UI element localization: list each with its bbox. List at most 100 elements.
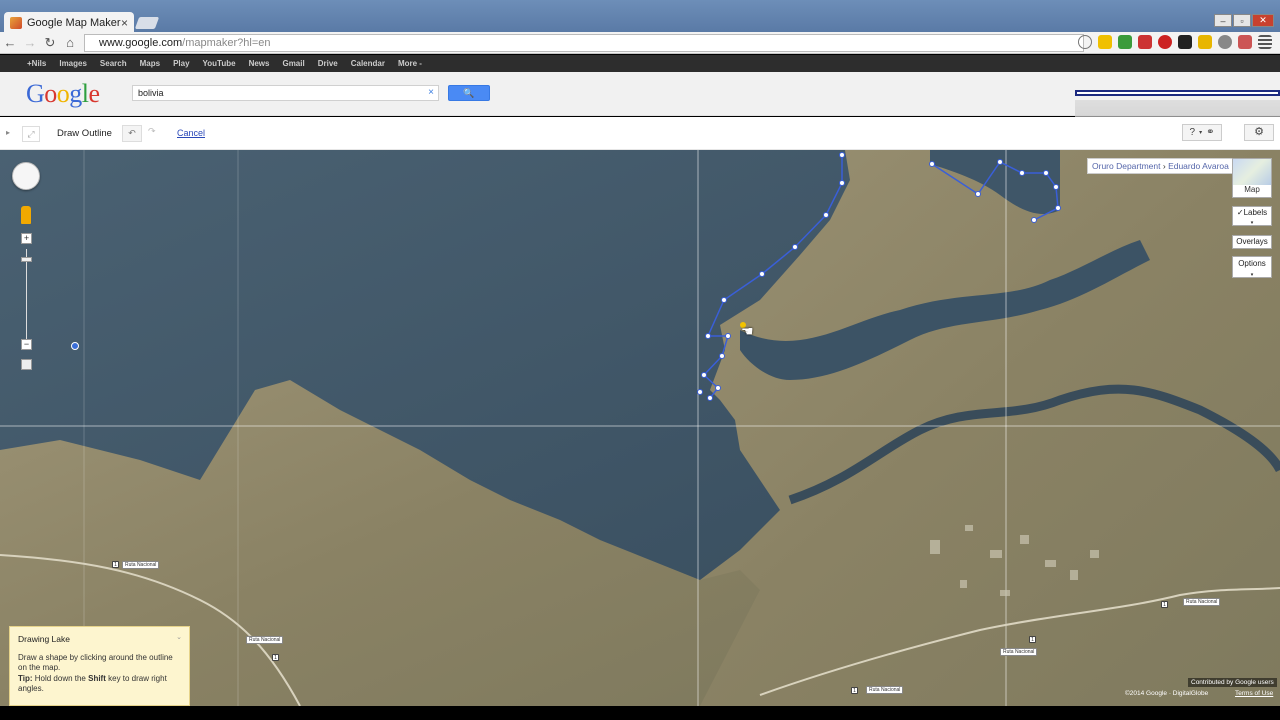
pegman-icon[interactable]: [21, 206, 31, 224]
tab-title: Google Map Maker: [27, 16, 121, 29]
gbar-item[interactable]: Gmail: [282, 59, 304, 68]
hint-instruction: Draw a shape by clicking around the outl…: [18, 652, 173, 673]
zoom-out-button[interactable]: −: [21, 339, 32, 350]
gbar-item[interactable]: Calendar: [351, 59, 385, 68]
road-label: Ruta Nacional: [122, 561, 160, 569]
road-shield: 1: [112, 561, 119, 568]
reload-icon[interactable]: ↻: [40, 35, 60, 51]
map-type-label: Map: [1244, 185, 1260, 194]
search-value: bolivia: [138, 88, 164, 98]
satellite-imagery: [0, 150, 1280, 706]
breadcrumb-separator: ›: [1160, 161, 1169, 171]
gbar-item[interactable]: YouTube: [203, 59, 236, 68]
url-host: www.google.com: [99, 37, 183, 49]
gbar-item[interactable]: News: [249, 59, 270, 68]
overlays-button[interactable]: Overlays: [1232, 235, 1272, 249]
extension-icons: [1078, 35, 1272, 49]
logo-letter: g: [69, 79, 82, 108]
gbar-item[interactable]: More -: [398, 59, 422, 68]
help-icon: ?: [1189, 127, 1196, 138]
cancel-link[interactable]: Cancel: [177, 128, 205, 138]
logo-letter: l: [81, 79, 89, 108]
bookmark-star-icon[interactable]: [1098, 35, 1112, 49]
road-label: Ruta Nacional: [866, 686, 904, 694]
bottom-bar: [0, 706, 1280, 720]
mapmaker-favicon-icon: [10, 16, 22, 29]
copyright-notice: ©2014 Google · DigitalGlobe: [1125, 690, 1209, 697]
back-icon[interactable]: ←: [0, 35, 20, 50]
extension-black-icon[interactable]: [1178, 35, 1192, 49]
extension-yellow-icon[interactable]: [1198, 35, 1212, 49]
options-caret-icon: ▾: [1250, 272, 1254, 278]
gbar-item[interactable]: Play: [173, 59, 189, 68]
gbar-item[interactable]: Search: [100, 59, 127, 68]
link-icon[interactable]: ⚭: [1206, 127, 1214, 138]
pan-control[interactable]: [12, 162, 40, 190]
road-shield: 1: [272, 654, 279, 661]
logo-letter: o: [56, 79, 70, 108]
gbar-item[interactable]: Drive: [318, 59, 338, 68]
gear-icon: ⚙: [1254, 126, 1264, 138]
search-input[interactable]: bolivia ×: [132, 85, 439, 101]
terms-link[interactable]: Terms of Use: [1235, 690, 1273, 697]
location-marker-icon[interactable]: [71, 342, 79, 350]
gbar-item[interactable]: Maps: [140, 59, 160, 68]
account-strip: [1075, 90, 1280, 96]
labels-label: ✓Labels: [1236, 208, 1268, 217]
settings-button[interactable]: ⚙: [1244, 124, 1274, 141]
options-label: Options: [1238, 259, 1266, 268]
gbar-item[interactable]: Images: [59, 59, 87, 68]
extension-flag-icon[interactable]: [1238, 35, 1252, 49]
address-bar[interactable]: www.google.com/mapmaker?hl=en: [84, 34, 1084, 52]
zoom-in-button[interactable]: +: [21, 233, 32, 244]
map-type-button[interactable]: Map: [1232, 158, 1272, 198]
logo-letter: o: [44, 79, 57, 108]
labels-button[interactable]: ✓Labels ▾: [1232, 206, 1272, 226]
undo-button[interactable]: ↶: [122, 125, 142, 142]
tab-close-icon[interactable]: ×: [121, 16, 128, 30]
opera-extension-icon[interactable]: [1158, 35, 1172, 49]
draw-outline-title: Draw Outline: [57, 128, 112, 139]
help-caret-icon: ▾: [1199, 130, 1203, 136]
browser-tab[interactable]: Google Map Maker ×: [4, 12, 134, 33]
map-thumbnail: [1233, 159, 1271, 185]
collapse-hint-icon[interactable]: ⌄: [176, 633, 182, 644]
zoom-slider-handle[interactable]: [21, 257, 32, 262]
expand-panel-icon[interactable]: ▸: [6, 128, 10, 137]
forward-icon[interactable]: →: [20, 35, 40, 50]
road-label: Ruta Nacional: [1000, 648, 1038, 656]
fullscreen-icon[interactable]: ⤢: [22, 126, 40, 142]
road-shield: 1: [1029, 636, 1036, 643]
map-canvas[interactable]: + − Oruro Department › Eduardo Avaroa Ma…: [0, 150, 1280, 706]
window-close-button[interactable]: ✕: [1252, 14, 1274, 27]
gbar-item[interactable]: +Nils: [27, 59, 46, 68]
zoom-slider-track[interactable]: [26, 249, 27, 344]
breadcrumb-place[interactable]: Eduardo Avaroa: [1168, 161, 1229, 171]
logo-letter: G: [26, 79, 45, 108]
home-icon[interactable]: ⌂: [60, 35, 80, 50]
help-button[interactable]: ? ▾ ⚭: [1182, 124, 1222, 141]
zoom-icon[interactable]: [1078, 35, 1092, 49]
contributed-notice: Contributed by Google users: [1188, 678, 1277, 687]
extension-green-icon[interactable]: [1118, 35, 1132, 49]
google-logo[interactable]: Google: [26, 79, 100, 109]
breadcrumb-region[interactable]: Oruro Department: [1092, 161, 1161, 171]
gmail-extension-icon[interactable]: [1138, 35, 1152, 49]
chrome-menu-icon[interactable]: [1258, 35, 1272, 49]
drawing-hint-panel: ⌄ Drawing Lake Draw a shape by clicking …: [9, 626, 190, 706]
clear-search-icon[interactable]: ×: [428, 87, 434, 98]
hint-title: Drawing Lake: [18, 634, 70, 644]
new-tab-button[interactable]: [134, 17, 160, 29]
hint-tip: Tip: Hold down the Shift key to draw rig…: [18, 674, 181, 695]
search-button[interactable]: 🔍: [448, 85, 490, 101]
browser-toolbar: ← → ↻ ⌂ www.google.com/mapmaker?hl=en: [0, 32, 1280, 54]
maximize-button[interactable]: ▫: [1233, 14, 1251, 27]
options-button[interactable]: Options ▾: [1232, 256, 1272, 278]
labels-caret-icon: ▾: [1250, 220, 1254, 226]
tip-key: Shift: [88, 673, 106, 683]
zoom-box-icon[interactable]: [21, 359, 32, 370]
map-breadcrumb: Oruro Department › Eduardo Avaroa: [1087, 158, 1234, 174]
redo-button[interactable]: ↷: [148, 126, 156, 137]
extension-grey-icon[interactable]: [1218, 35, 1232, 49]
minimize-button[interactable]: –: [1214, 14, 1232, 27]
